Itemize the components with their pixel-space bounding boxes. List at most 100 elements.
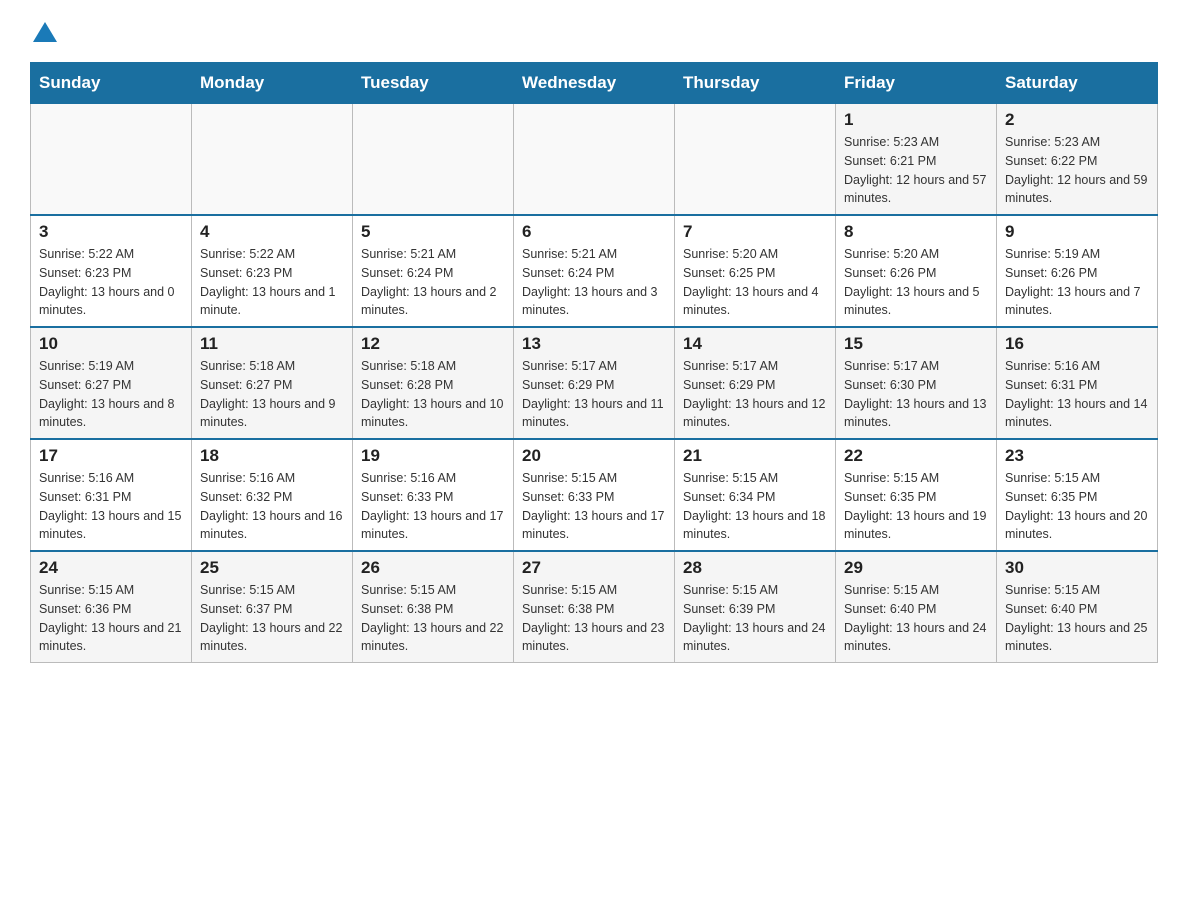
day-number: 26 xyxy=(361,558,505,578)
calendar-cell: 20Sunrise: 5:15 AM Sunset: 6:33 PM Dayli… xyxy=(514,439,675,551)
calendar-cell xyxy=(675,104,836,216)
calendar-cell xyxy=(353,104,514,216)
calendar-cell: 14 Sunrise: 5:17 AM Sunset: 6:29 PM Dayli… xyxy=(675,327,836,439)
day-info: Sunrise: 5:20 AM Sunset: 6:26 PM Dayligh… xyxy=(844,245,988,320)
day-info: Sunrise: 5:17 AM Sunset: 6:30 PM Dayligh… xyxy=(844,357,988,432)
day-info: Sunrise: 5:15 AM Sunset: 6:38 PM Dayligh… xyxy=(361,581,505,656)
day-info: Sunrise: 5:15 AM Sunset: 6:34 PM Dayligh… xyxy=(683,469,827,544)
day-number: 7 xyxy=(683,222,827,242)
page-header xyxy=(30,20,1158,42)
calendar-header-row: SundayMondayTuesdayWednesdayThursdayFrid… xyxy=(31,63,1158,104)
day-info: Sunrise: 5:21 AM Sunset: 6:24 PM Dayligh… xyxy=(361,245,505,320)
day-number: 28 xyxy=(683,558,827,578)
day-info: Sunrise: 5:20 AM Sunset: 6:25 PM Dayligh… xyxy=(683,245,827,320)
day-number: 2 xyxy=(1005,110,1149,130)
day-info: Sunrise: 5:15 AM Sunset: 6:33 PM Dayligh… xyxy=(522,469,666,544)
calendar-cell: 17 Sunrise: 5:16 AM Sunset: 6:31 PM Dayli… xyxy=(31,439,192,551)
day-number: 23 xyxy=(1005,446,1149,466)
calendar-cell xyxy=(192,104,353,216)
calendar-cell: 24 Sunrise: 5:15 AM Sunset: 6:36 PM Dayli… xyxy=(31,551,192,663)
calendar-cell: 30 Sunrise: 5:15 AM Sunset: 6:40 PM Dayli… xyxy=(997,551,1158,663)
day-info: Sunrise: 5:17 AM Sunset: 6:29 PM Dayligh… xyxy=(522,357,666,432)
day-number: 1 xyxy=(844,110,988,130)
day-info: Sunrise: 5:16 AM Sunset: 6:31 PM Dayligh… xyxy=(1005,357,1149,432)
day-number: 16 xyxy=(1005,334,1149,354)
calendar-cell: 12 Sunrise: 5:18 AM Sunset: 6:28 PM Dayli… xyxy=(353,327,514,439)
day-number: 8 xyxy=(844,222,988,242)
day-number: 22 xyxy=(844,446,988,466)
day-number: 6 xyxy=(522,222,666,242)
weekday-header-tuesday: Tuesday xyxy=(353,63,514,104)
day-number: 21 xyxy=(683,446,827,466)
weekday-header-friday: Friday xyxy=(836,63,997,104)
calendar-cell xyxy=(514,104,675,216)
calendar-cell: 27 Sunrise: 5:15 AM Sunset: 6:38 PM Dayli… xyxy=(514,551,675,663)
day-info: Sunrise: 5:16 AM Sunset: 6:33 PM Dayligh… xyxy=(361,469,505,544)
day-info: Sunrise: 5:15 AM Sunset: 6:40 PM Dayligh… xyxy=(1005,581,1149,656)
day-number: 9 xyxy=(1005,222,1149,242)
calendar-week-row: 24 Sunrise: 5:15 AM Sunset: 6:36 PM Dayli… xyxy=(31,551,1158,663)
day-info: Sunrise: 5:16 AM Sunset: 6:31 PM Dayligh… xyxy=(39,469,183,544)
day-number: 10 xyxy=(39,334,183,354)
day-info: Sunrise: 5:18 AM Sunset: 6:28 PM Dayligh… xyxy=(361,357,505,432)
day-info: Sunrise: 5:18 AM Sunset: 6:27 PM Dayligh… xyxy=(200,357,344,432)
day-number: 19 xyxy=(361,446,505,466)
logo xyxy=(30,20,57,42)
day-number: 3 xyxy=(39,222,183,242)
day-number: 17 xyxy=(39,446,183,466)
calendar-cell: 15 Sunrise: 5:17 AM Sunset: 6:30 PM Dayli… xyxy=(836,327,997,439)
day-number: 11 xyxy=(200,334,344,354)
day-number: 30 xyxy=(1005,558,1149,578)
day-number: 15 xyxy=(844,334,988,354)
calendar-cell: 5Sunrise: 5:21 AM Sunset: 6:24 PM Daylig… xyxy=(353,215,514,327)
calendar-table: SundayMondayTuesdayWednesdayThursdayFrid… xyxy=(30,62,1158,663)
day-number: 4 xyxy=(200,222,344,242)
day-number: 25 xyxy=(200,558,344,578)
day-number: 13 xyxy=(522,334,666,354)
day-info: Sunrise: 5:17 AM Sunset: 6:29 PM Dayligh… xyxy=(683,357,827,432)
calendar-cell: 19 Sunrise: 5:16 AM Sunset: 6:33 PM Dayli… xyxy=(353,439,514,551)
day-info: Sunrise: 5:19 AM Sunset: 6:27 PM Dayligh… xyxy=(39,357,183,432)
day-info: Sunrise: 5:23 AM Sunset: 6:22 PM Dayligh… xyxy=(1005,133,1149,208)
calendar-cell xyxy=(31,104,192,216)
calendar-week-row: 10 Sunrise: 5:19 AM Sunset: 6:27 PM Dayli… xyxy=(31,327,1158,439)
day-info: Sunrise: 5:15 AM Sunset: 6:35 PM Dayligh… xyxy=(844,469,988,544)
weekday-header-saturday: Saturday xyxy=(997,63,1158,104)
day-number: 27 xyxy=(522,558,666,578)
calendar-cell: 22 Sunrise: 5:15 AM Sunset: 6:35 PM Dayli… xyxy=(836,439,997,551)
day-number: 12 xyxy=(361,334,505,354)
day-info: Sunrise: 5:19 AM Sunset: 6:26 PM Dayligh… xyxy=(1005,245,1149,320)
calendar-week-row: 3 Sunrise: 5:22 AM Sunset: 6:23 PM Daylig… xyxy=(31,215,1158,327)
weekday-header-sunday: Sunday xyxy=(31,63,192,104)
day-info: Sunrise: 5:22 AM Sunset: 6:23 PM Dayligh… xyxy=(200,245,344,320)
calendar-cell: 26 Sunrise: 5:15 AM Sunset: 6:38 PM Dayli… xyxy=(353,551,514,663)
day-info: Sunrise: 5:15 AM Sunset: 6:38 PM Dayligh… xyxy=(522,581,666,656)
calendar-cell: 11 Sunrise: 5:18 AM Sunset: 6:27 PM Dayli… xyxy=(192,327,353,439)
day-info: Sunrise: 5:15 AM Sunset: 6:39 PM Dayligh… xyxy=(683,581,827,656)
day-number: 14 xyxy=(683,334,827,354)
day-number: 24 xyxy=(39,558,183,578)
day-info: Sunrise: 5:21 AM Sunset: 6:24 PM Dayligh… xyxy=(522,245,666,320)
day-info: Sunrise: 5:15 AM Sunset: 6:37 PM Dayligh… xyxy=(200,581,344,656)
calendar-cell: 8 Sunrise: 5:20 AM Sunset: 6:26 PM Daylig… xyxy=(836,215,997,327)
calendar-cell: 21 Sunrise: 5:15 AM Sunset: 6:34 PM Dayli… xyxy=(675,439,836,551)
calendar-cell: 4 Sunrise: 5:22 AM Sunset: 6:23 PM Daylig… xyxy=(192,215,353,327)
calendar-cell: 9 Sunrise: 5:19 AM Sunset: 6:26 PM Daylig… xyxy=(997,215,1158,327)
weekday-header-monday: Monday xyxy=(192,63,353,104)
calendar-cell: 13 Sunrise: 5:17 AM Sunset: 6:29 PM Dayli… xyxy=(514,327,675,439)
weekday-header-wednesday: Wednesday xyxy=(514,63,675,104)
calendar-cell: 29Sunrise: 5:15 AM Sunset: 6:40 PM Dayli… xyxy=(836,551,997,663)
calendar-cell: 1 Sunrise: 5:23 AM Sunset: 6:21 PM Daylig… xyxy=(836,104,997,216)
day-info: Sunrise: 5:16 AM Sunset: 6:32 PM Dayligh… xyxy=(200,469,344,544)
calendar-cell: 3 Sunrise: 5:22 AM Sunset: 6:23 PM Daylig… xyxy=(31,215,192,327)
calendar-cell: 25 Sunrise: 5:15 AM Sunset: 6:37 PM Dayli… xyxy=(192,551,353,663)
calendar-cell: 28 Sunrise: 5:15 AM Sunset: 6:39 PM Dayli… xyxy=(675,551,836,663)
day-info: Sunrise: 5:22 AM Sunset: 6:23 PM Dayligh… xyxy=(39,245,183,320)
calendar-cell: 6 Sunrise: 5:21 AM Sunset: 6:24 PM Daylig… xyxy=(514,215,675,327)
calendar-cell: 16 Sunrise: 5:16 AM Sunset: 6:31 PM Dayli… xyxy=(997,327,1158,439)
calendar-cell: 7 Sunrise: 5:20 AM Sunset: 6:25 PM Daylig… xyxy=(675,215,836,327)
calendar-cell: 18Sunrise: 5:16 AM Sunset: 6:32 PM Dayli… xyxy=(192,439,353,551)
day-info: Sunrise: 5:15 AM Sunset: 6:36 PM Dayligh… xyxy=(39,581,183,656)
day-info: Sunrise: 5:23 AM Sunset: 6:21 PM Dayligh… xyxy=(844,133,988,208)
calendar-week-row: 17 Sunrise: 5:16 AM Sunset: 6:31 PM Dayli… xyxy=(31,439,1158,551)
